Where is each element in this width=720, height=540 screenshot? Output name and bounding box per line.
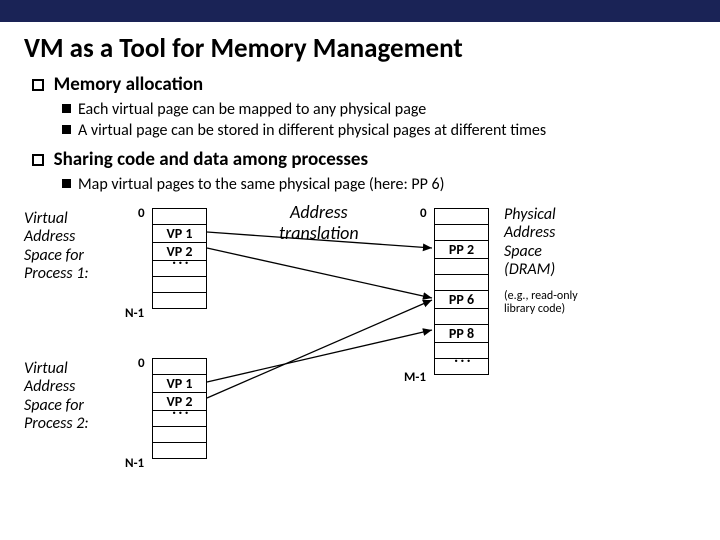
bullet-label: Memory allocation xyxy=(54,73,203,96)
table-cell: PP 2 xyxy=(435,241,489,259)
ellipsis-icon: ... xyxy=(172,400,191,419)
index-zero: 0 xyxy=(420,206,427,221)
ellipsis-icon: ... xyxy=(454,348,473,367)
table-cell xyxy=(435,275,489,291)
index-n1: N-1 xyxy=(125,456,144,471)
sub-bullet-list: Each virtual page can be mapped to any p… xyxy=(62,100,696,140)
bullet-icon xyxy=(32,79,44,91)
table-cell xyxy=(435,259,489,275)
table-cell xyxy=(153,443,207,459)
bullet-icon xyxy=(32,154,44,166)
table-phys: 0 PP 2PP 6PP 8 ... M-1 xyxy=(434,208,489,375)
table-cell xyxy=(153,293,207,309)
table-cell: VP 1 xyxy=(153,225,207,243)
index-n1: N-1 xyxy=(125,306,144,321)
sub-bullet-list: Map virtual pages to the same physical p… xyxy=(62,175,696,194)
square-icon xyxy=(62,125,71,134)
table-cell xyxy=(153,427,207,443)
table-cell xyxy=(153,277,207,293)
table-cell: PP 6 xyxy=(435,291,489,309)
table-p1: 0 VP 1VP 2 ... N-1 xyxy=(152,208,207,309)
sub-bullet-label: A virtual page can be stored in differen… xyxy=(78,121,546,140)
table-cell xyxy=(153,209,207,225)
label-vas2: Virtual Address Space for Process 2: xyxy=(24,360,89,434)
index-zero: 0 xyxy=(138,206,145,221)
sub-bullet-label: Map virtual pages to the same physical p… xyxy=(78,175,444,194)
note-readonly: (e.g., read-only library code) xyxy=(504,290,578,316)
top-bar xyxy=(0,0,720,22)
label-translation: Address translation xyxy=(279,202,359,243)
sub-bullet-label: Each virtual page can be mapped to any p… xyxy=(78,100,426,119)
table-cell: VP 1 xyxy=(153,375,207,393)
table-cell: PP 8 xyxy=(435,325,489,343)
table-cell xyxy=(153,359,207,375)
table-cell xyxy=(435,225,489,241)
table-cell xyxy=(435,309,489,325)
label-vas1: Virtual Address Space for Process 1: xyxy=(24,210,89,284)
square-icon xyxy=(62,179,71,188)
diagram: Virtual Address Space for Process 1: 0 V… xyxy=(24,202,694,512)
ellipsis-icon: ... xyxy=(172,250,191,269)
slide-title: VM as a Tool for Memory Management xyxy=(24,32,696,65)
bullet-label: Sharing code and data among processes xyxy=(54,148,368,171)
table-p2: 0 VP 1VP 2 ... N-1 xyxy=(152,358,207,459)
square-icon xyxy=(62,104,71,113)
slide-content: VM as a Tool for Memory Management Memor… xyxy=(0,22,720,522)
table-cell xyxy=(435,209,489,225)
label-pas: Physical Address Space (DRAM) xyxy=(504,206,556,280)
index-m1: M-1 xyxy=(404,370,426,385)
index-zero: 0 xyxy=(138,356,145,371)
bullet-list: Memory allocation Each virtual page can … xyxy=(32,73,696,194)
